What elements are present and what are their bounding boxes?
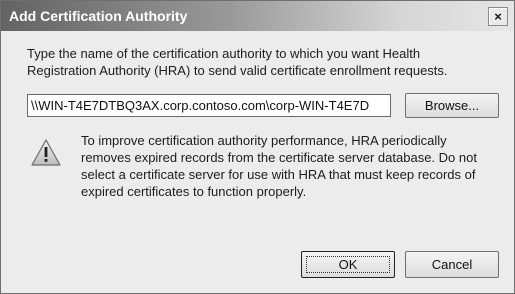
performance-warning-text: To improve certification authority perfo…: [81, 132, 501, 200]
instruction-line-2: Registration Authority (HRA) to send val…: [27, 63, 448, 78]
close-button[interactable]: ×: [488, 7, 508, 26]
dialog-title: Add Certification Authority: [9, 8, 188, 24]
warning-line-4: expired certificates to function properl…: [81, 184, 307, 199]
warning-line-3: select a certificate server for use with…: [81, 167, 476, 182]
warning-icon: [31, 139, 61, 166]
instruction-text: Type the name of the certification autho…: [27, 45, 497, 79]
focus-rectangle: [306, 256, 390, 273]
certification-authority-input[interactable]: [27, 94, 391, 117]
add-certification-authority-dialog: Add Certification Authority × Type the n…: [0, 0, 515, 294]
ok-button[interactable]: OK: [301, 251, 395, 278]
title-bar[interactable]: Add Certification Authority ×: [1, 1, 514, 31]
warning-line-2: removes expired records from the certifi…: [81, 150, 477, 165]
browse-button[interactable]: Browse...: [405, 93, 499, 118]
warning-line-1: To improve certification authority perfo…: [81, 133, 447, 148]
cancel-button[interactable]: Cancel: [405, 251, 499, 278]
instruction-line-1: Type the name of the certification autho…: [27, 46, 421, 61]
